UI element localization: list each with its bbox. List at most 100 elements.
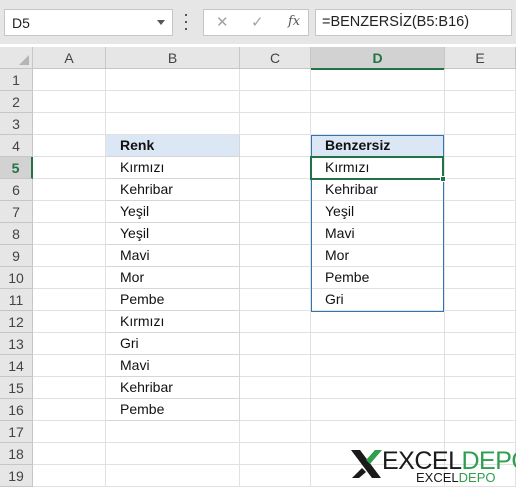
cell[interactable] — [33, 267, 106, 289]
cell[interactable] — [311, 113, 445, 135]
more-options-icon[interactable] — [184, 12, 188, 32]
cell[interactable] — [445, 289, 516, 311]
row-header-9[interactable]: 9 — [0, 245, 33, 267]
row-header-4[interactable]: 4 — [0, 135, 33, 157]
cell[interactable] — [445, 245, 516, 267]
cell[interactable] — [311, 421, 445, 443]
row-header-5[interactable]: 5 — [0, 157, 33, 179]
cell[interactable] — [445, 201, 516, 223]
formula-input[interactable]: =BENZERSİZ(B5:B16) — [315, 9, 512, 36]
column-header-c[interactable]: C — [240, 47, 311, 69]
cell[interactable] — [240, 91, 311, 113]
cell[interactable] — [311, 355, 445, 377]
cell[interactable] — [33, 113, 106, 135]
cell[interactable] — [33, 201, 106, 223]
cell[interactable] — [445, 399, 516, 421]
cell[interactable] — [33, 289, 106, 311]
cell[interactable] — [240, 421, 311, 443]
source-table-header[interactable]: Renk — [106, 135, 240, 157]
cell[interactable] — [240, 443, 311, 465]
cell[interactable] — [445, 333, 516, 355]
cell[interactable] — [445, 91, 516, 113]
cell[interactable] — [311, 377, 445, 399]
cell[interactable] — [33, 421, 106, 443]
cell[interactable] — [240, 157, 311, 179]
row-header-7[interactable]: 7 — [0, 201, 33, 223]
unique-table-header[interactable]: Benzersiz — [311, 135, 445, 157]
unique-table-cell[interactable]: Yeşil — [311, 201, 445, 223]
source-table-cell[interactable]: Yeşil — [106, 201, 240, 223]
source-table-cell[interactable]: Kırmızı — [106, 311, 240, 333]
unique-table-cell[interactable]: Mor — [311, 245, 445, 267]
source-table-cell[interactable]: Mor — [106, 267, 240, 289]
name-box[interactable]: D5 — [4, 9, 173, 36]
cell[interactable] — [33, 333, 106, 355]
cell[interactable] — [445, 157, 516, 179]
cell[interactable] — [33, 377, 106, 399]
cell[interactable] — [445, 69, 516, 91]
cell[interactable] — [33, 465, 106, 487]
cell[interactable] — [240, 245, 311, 267]
cell[interactable] — [106, 113, 240, 135]
cell[interactable] — [311, 333, 445, 355]
cell[interactable] — [33, 355, 106, 377]
check-icon[interactable]: ✓ — [251, 13, 264, 31]
cell[interactable] — [240, 135, 311, 157]
cell[interactable] — [33, 443, 106, 465]
unique-table-cell[interactable]: Kırmızı — [311, 157, 445, 179]
source-table-cell[interactable]: Pembe — [106, 289, 240, 311]
cell[interactable] — [106, 443, 240, 465]
cell[interactable] — [445, 135, 516, 157]
cell[interactable] — [445, 179, 516, 201]
cell[interactable] — [33, 157, 106, 179]
source-table-cell[interactable]: Pembe — [106, 399, 240, 421]
source-table-cell[interactable]: Kırmızı — [106, 157, 240, 179]
row-header-12[interactable]: 12 — [0, 311, 33, 333]
cell[interactable] — [240, 179, 311, 201]
cell[interactable] — [240, 201, 311, 223]
cell[interactable] — [445, 267, 516, 289]
cell[interactable] — [240, 355, 311, 377]
row-header-3[interactable]: 3 — [0, 113, 33, 135]
cell[interactable] — [240, 399, 311, 421]
cell[interactable] — [445, 311, 516, 333]
cell[interactable] — [106, 91, 240, 113]
source-table-cell[interactable]: Kehribar — [106, 179, 240, 201]
row-header-15[interactable]: 15 — [0, 377, 33, 399]
cell[interactable] — [445, 355, 516, 377]
cell[interactable] — [445, 421, 516, 443]
row-header-6[interactable]: 6 — [0, 179, 33, 201]
row-header-8[interactable]: 8 — [0, 223, 33, 245]
cell[interactable] — [106, 465, 240, 487]
row-header-17[interactable]: 17 — [0, 421, 33, 443]
cell[interactable] — [311, 69, 445, 91]
cell[interactable] — [240, 267, 311, 289]
cell[interactable] — [33, 245, 106, 267]
cell[interactable] — [33, 135, 106, 157]
row-header-18[interactable]: 18 — [0, 443, 33, 465]
cell[interactable] — [240, 311, 311, 333]
row-header-16[interactable]: 16 — [0, 399, 33, 421]
cell[interactable] — [33, 399, 106, 421]
source-table-cell[interactable]: Mavi — [106, 245, 240, 267]
source-table-cell[interactable]: Kehribar — [106, 377, 240, 399]
cell[interactable] — [33, 91, 106, 113]
row-header-13[interactable]: 13 — [0, 333, 33, 355]
select-all-corner[interactable] — [0, 47, 33, 69]
cell[interactable] — [33, 69, 106, 91]
cell[interactable] — [240, 377, 311, 399]
cell[interactable] — [311, 399, 445, 421]
cell[interactable] — [240, 289, 311, 311]
row-header-11[interactable]: 11 — [0, 289, 33, 311]
row-header-10[interactable]: 10 — [0, 267, 33, 289]
column-header-e[interactable]: E — [445, 47, 516, 69]
source-table-cell[interactable]: Yeşil — [106, 223, 240, 245]
cell[interactable] — [240, 223, 311, 245]
insert-function-icon[interactable]: fx — [288, 14, 300, 29]
cell[interactable] — [240, 69, 311, 91]
unique-table-cell[interactable]: Pembe — [311, 267, 445, 289]
column-header-b[interactable]: B — [106, 47, 240, 69]
source-table-cell[interactable]: Mavi — [106, 355, 240, 377]
cell[interactable] — [33, 179, 106, 201]
cell[interactable] — [33, 311, 106, 333]
